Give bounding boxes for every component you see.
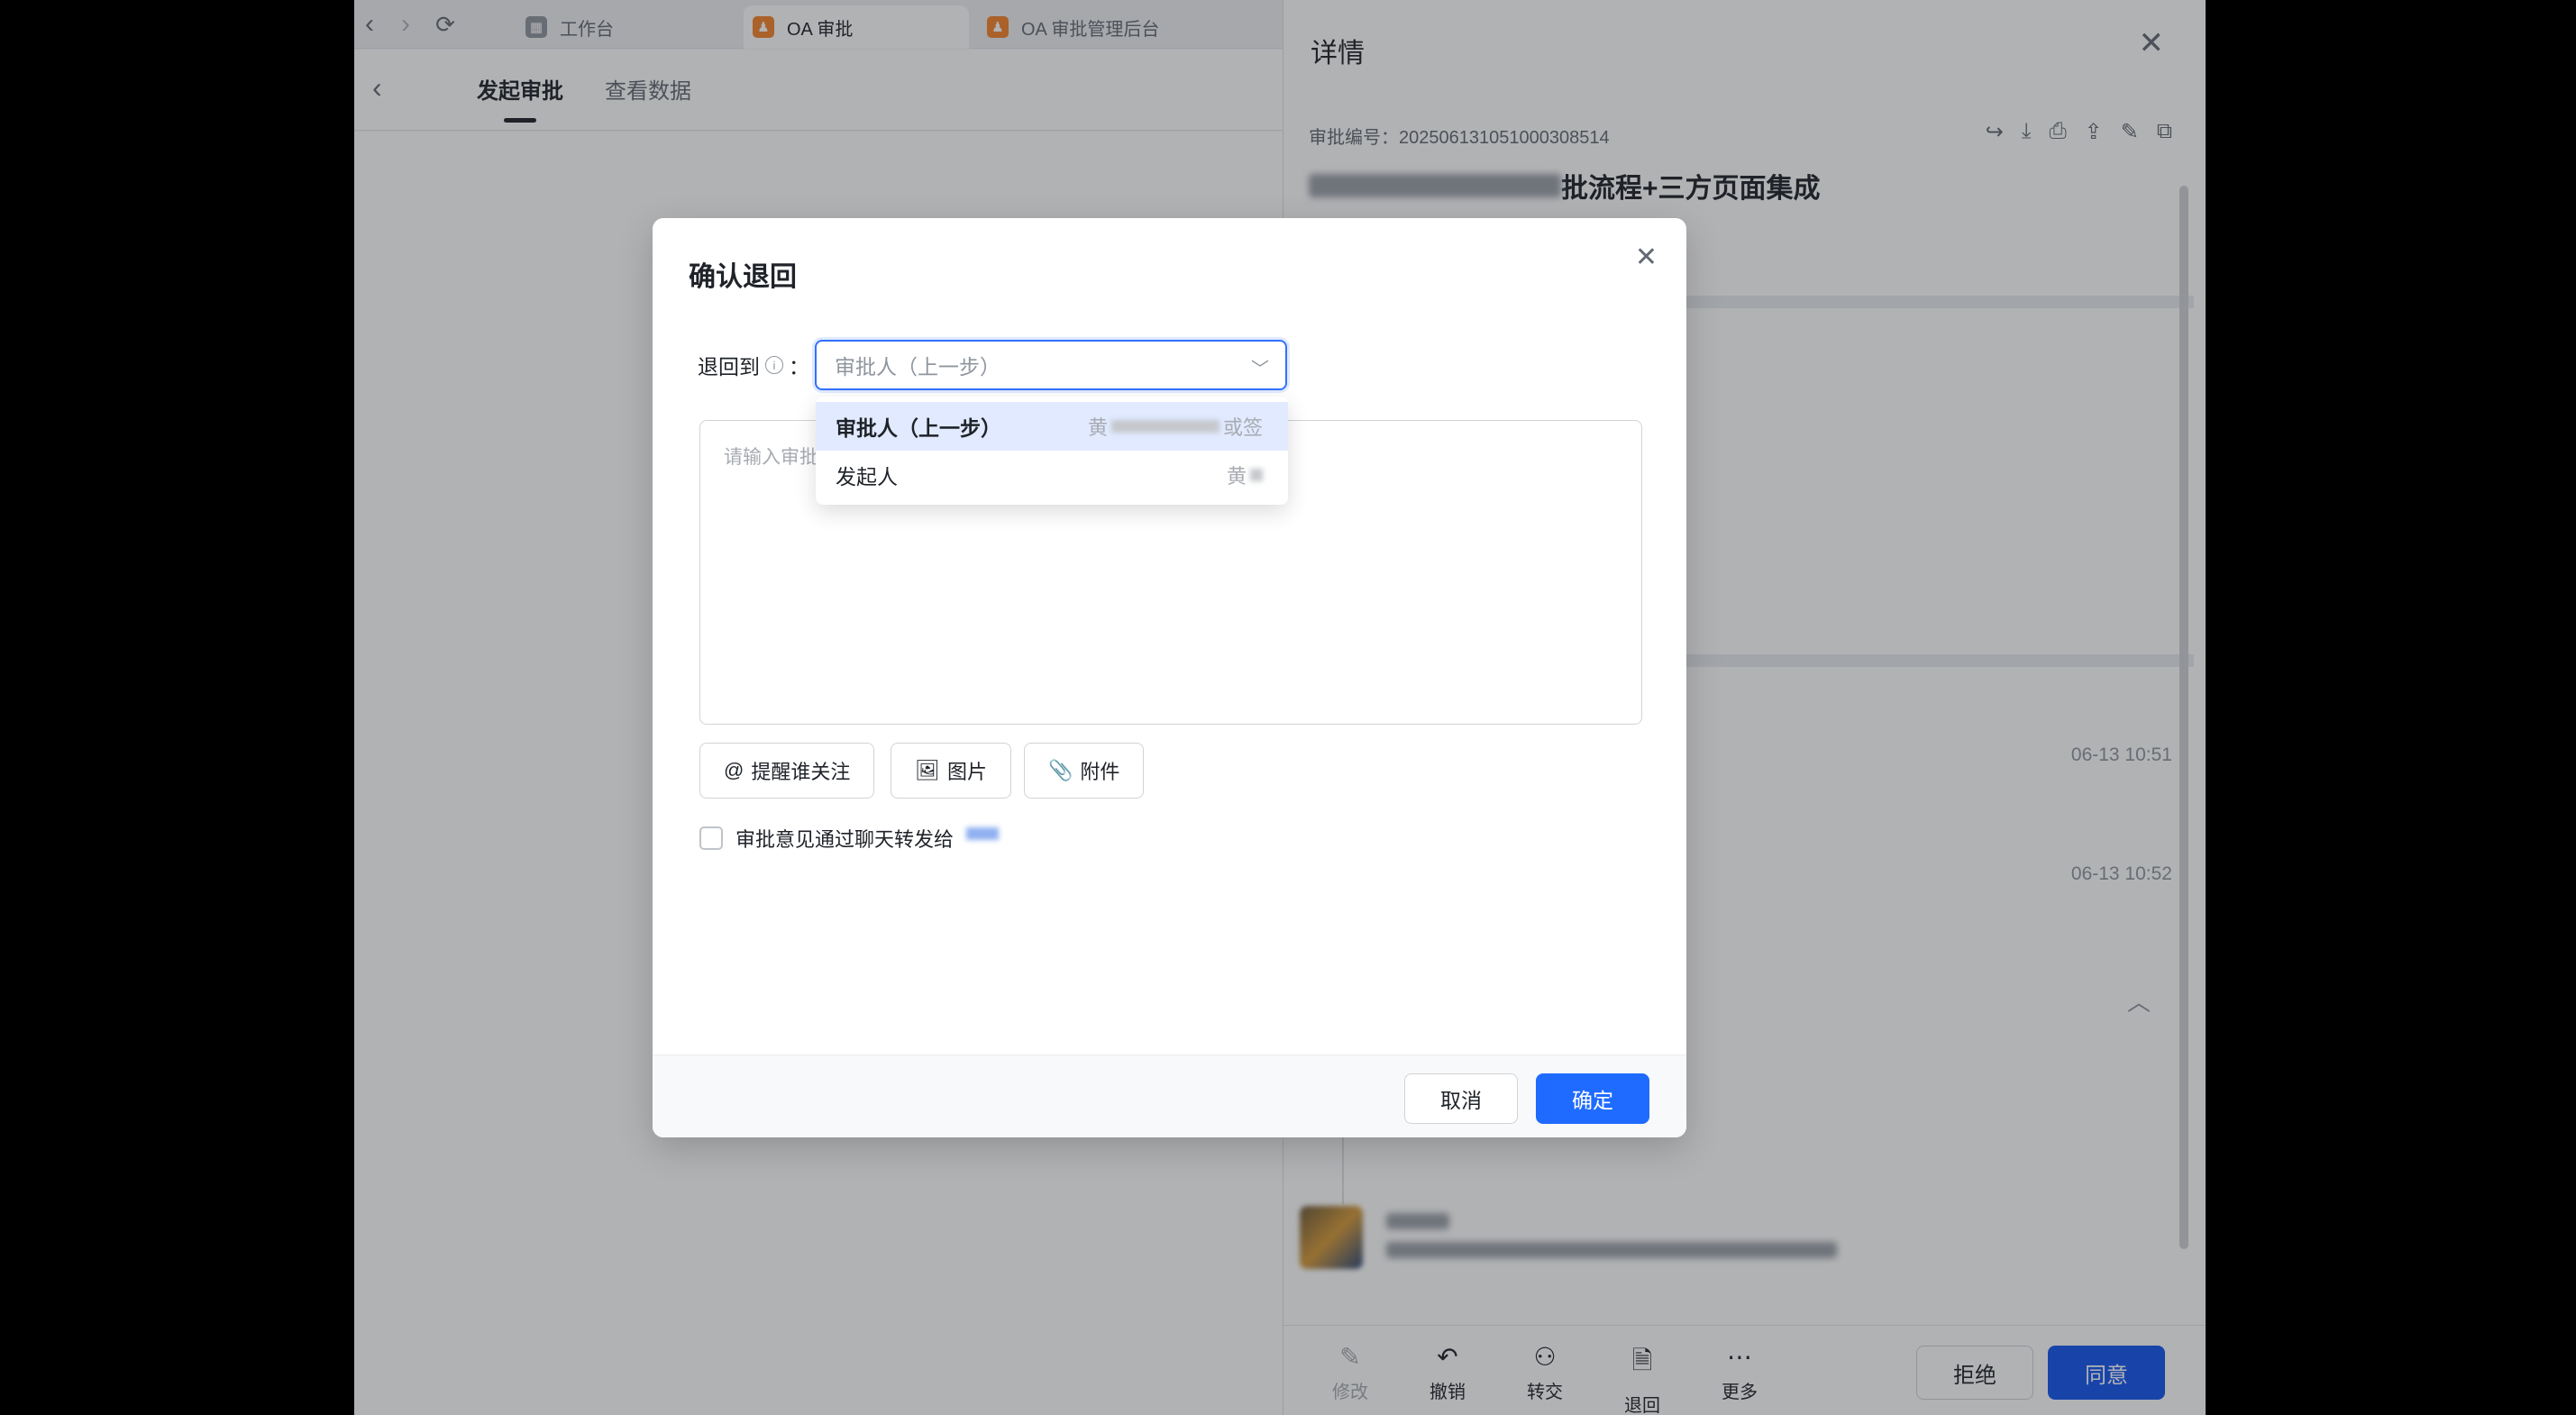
image-icon: 🖼 — [915, 759, 940, 781]
confirm-button[interactable]: 确定 — [1536, 1073, 1649, 1124]
return-to-text: 退回到 — [698, 355, 760, 379]
dropdown-option-initiator[interactable]: 发起人 黄 — [816, 451, 1288, 499]
mention-button[interactable]: @ 提醒谁关注 — [699, 743, 875, 799]
confirm-return-dialog: 确认退回 ✕ 退回到 i ： 审批人（上一步） ﹀ 请输入审批 @ 提醒谁关注 … — [653, 218, 1686, 1137]
option-sub-prefix: 黄 — [1087, 416, 1108, 439]
app-window: ‹ › ⟳ ▦ 工作台 ♟ OA 审批 ♟ OA 审批管理后台 ‹ 发起审批 查… — [354, 0, 2206, 1415]
forward-via-chat-row: 审批意见通过聊天转发给 — [699, 824, 1000, 853]
option-sub: 黄 — [1227, 461, 1263, 489]
redacted-text — [966, 827, 1000, 840]
return-to-label: 退回到 i ： — [698, 350, 809, 380]
dialog-title: 确认退回 — [689, 262, 797, 292]
image-button[interactable]: 🖼 图片 — [891, 743, 1011, 799]
redacted-text — [1110, 420, 1219, 433]
forward-checkbox[interactable] — [699, 826, 723, 850]
mention-label: 提醒谁关注 — [751, 761, 851, 783]
paperclip-icon: 📎 — [1048, 759, 1073, 781]
option-label: 审批人（上一步） — [836, 416, 1001, 440]
label-colon: ： — [789, 355, 809, 379]
image-label: 图片 — [946, 761, 987, 783]
attachment-label: 附件 — [1080, 761, 1120, 783]
forward-checkbox-label[interactable]: 审批意见通过聊天转发给 — [735, 824, 954, 853]
option-sub-prefix: 黄 — [1226, 465, 1247, 488]
attachment-button[interactable]: 📎 附件 — [1024, 743, 1145, 799]
at-icon: @ — [724, 759, 744, 781]
dialog-footer: 取消 确定 — [653, 1054, 1686, 1137]
chevron-down-icon: ﹀ — [1251, 360, 1269, 379]
close-icon[interactable]: ✕ — [1635, 242, 1658, 273]
cancel-button[interactable]: 取消 — [1404, 1073, 1518, 1124]
return-to-select[interactable]: 审批人（上一步） ﹀ — [815, 340, 1287, 390]
select-value: 审批人（上一步） — [835, 355, 1000, 379]
option-sub-suffix: 或签 — [1222, 416, 1263, 439]
option-sub: 黄 或签 — [1088, 412, 1263, 441]
dropdown-option-approver[interactable]: 审批人（上一步） 黄 或签 — [816, 402, 1288, 451]
comment-placeholder: 请输入审批 — [724, 447, 818, 468]
option-label: 发起人 — [836, 465, 898, 488]
redacted-text — [1250, 469, 1263, 481]
info-icon[interactable]: i — [765, 356, 783, 374]
return-to-dropdown: 审批人（上一步） 黄 或签 发起人 黄 — [816, 397, 1288, 505]
